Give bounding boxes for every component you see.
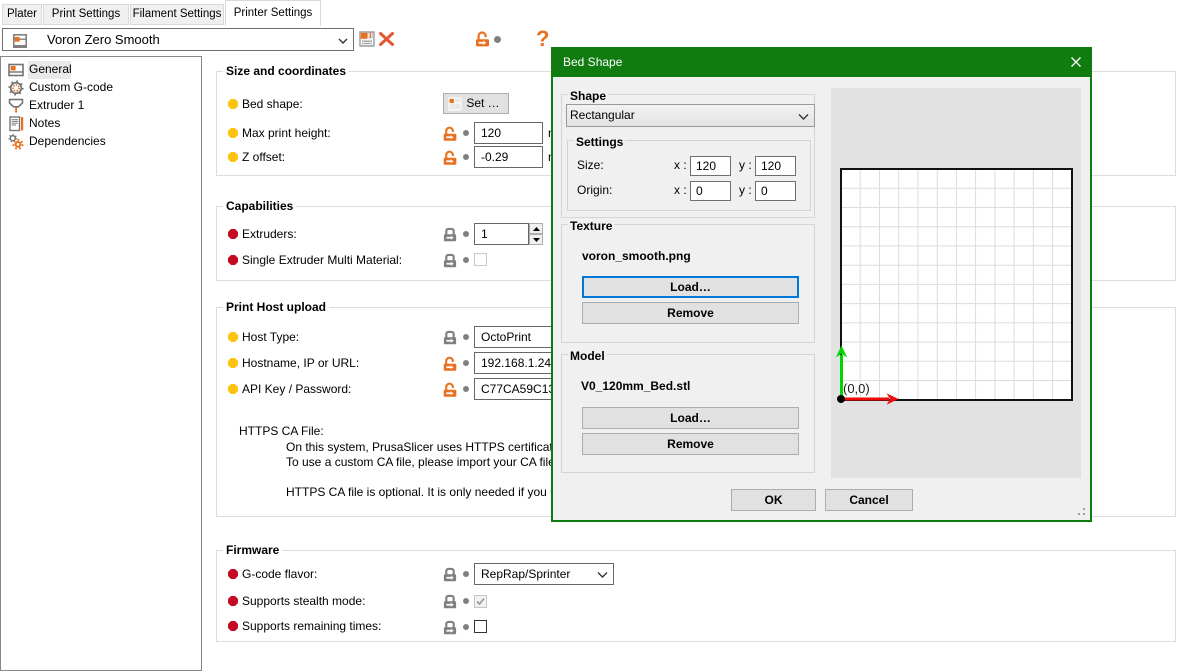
svg-text:(0,0): (0,0) xyxy=(843,381,870,396)
